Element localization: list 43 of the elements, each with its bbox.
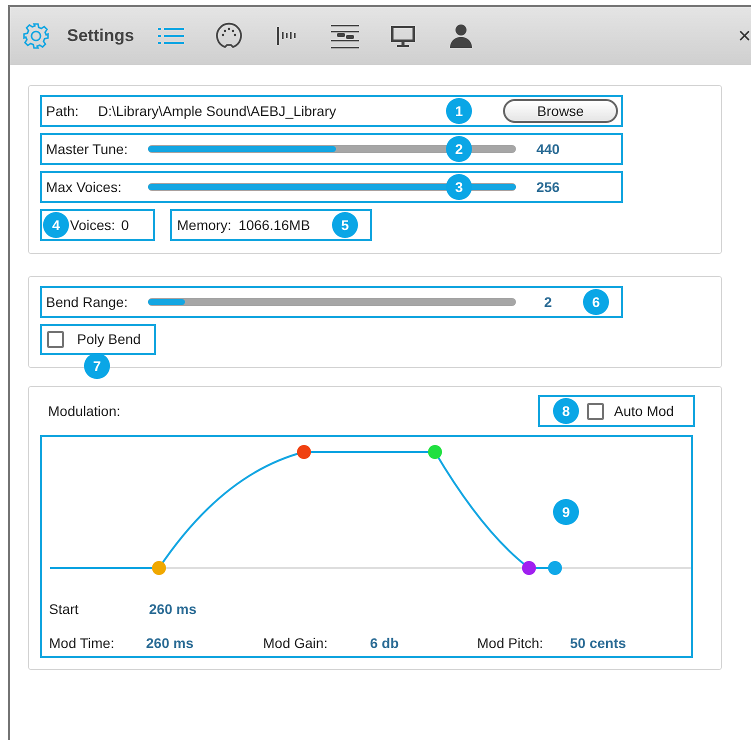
- param-value: 260 ms: [149, 600, 196, 619]
- number-badge: 8: [553, 398, 579, 424]
- param-label: Start: [49, 600, 80, 619]
- slider-label: Bend Range:: [46, 292, 129, 312]
- window-title: Settings: [67, 25, 136, 48]
- sliders-icon[interactable]: [331, 22, 359, 50]
- number-badge: 4: [43, 212, 69, 238]
- checkbox[interactable]: [587, 402, 604, 420]
- slider-value: 256: [536, 178, 560, 196]
- path-value: D:\Library\Ample Sound\AEBJ_Library: [98, 102, 336, 121]
- number-badge: 9: [553, 499, 579, 525]
- param-label: Mod Time:: [49, 634, 116, 653]
- memory-label: Memory:: [177, 216, 232, 235]
- browse-button[interactable]: Browse: [503, 99, 618, 123]
- memory-value: 1066.16MB: [238, 216, 310, 234]
- midi-port-icon[interactable]: [215, 22, 243, 50]
- param-value: 260 ms: [146, 634, 194, 653]
- slider-track[interactable]: [148, 298, 516, 306]
- param-label: Mod Gain:: [263, 634, 329, 653]
- checkbox[interactable]: [47, 331, 64, 348]
- slider-label: Master Tune:: [46, 140, 129, 158]
- param-label: Mod Pitch:: [477, 634, 544, 653]
- number-badge: 6: [583, 289, 609, 315]
- param-value: 50 cents: [570, 634, 626, 653]
- slider-value: 440: [536, 140, 560, 158]
- param-value: 6 db: [370, 634, 399, 653]
- voices-value: 0: [121, 216, 129, 234]
- number-badge: 3: [446, 174, 472, 200]
- number-badge: 7: [84, 353, 110, 379]
- checkbox-label: Auto Mod: [614, 402, 674, 420]
- slider-track[interactable]: [148, 145, 516, 153]
- checkbox-label: Poly Bend: [77, 330, 141, 349]
- voices-label: Voices:: [70, 216, 116, 234]
- number-badge: 2: [446, 136, 472, 162]
- user-icon[interactable]: [447, 22, 475, 50]
- number-badge: 5: [332, 212, 358, 238]
- number-badge: 1: [446, 98, 472, 124]
- gear-icon: [22, 22, 50, 50]
- close-button[interactable]: ×: [738, 25, 751, 47]
- slider-label: Max Voices:: [46, 178, 122, 196]
- path-label: Path:: [46, 102, 80, 120]
- section-title: Modulation:: [48, 402, 120, 420]
- slider-value: 2: [543, 292, 553, 312]
